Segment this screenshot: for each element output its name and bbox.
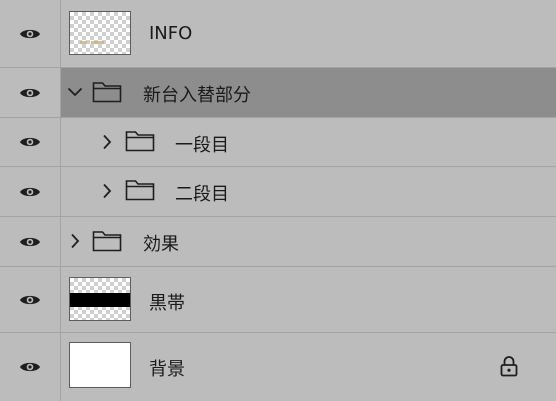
- visibility-toggle[interactable]: [0, 333, 61, 401]
- thumbnail-content: [80, 41, 104, 44]
- eye-icon: [20, 88, 40, 97]
- layer-name: 新台入替部分: [143, 85, 251, 106]
- eye-icon: [20, 362, 40, 372]
- layer-thumbnail: [69, 277, 131, 321]
- layer-body[interactable]: 一段目: [61, 118, 556, 166]
- folder-icon: [125, 130, 155, 152]
- visibility-toggle[interactable]: [0, 68, 61, 117]
- layer-row-group-main[interactable]: 新台入替部分: [0, 68, 556, 118]
- chevron-right-icon[interactable]: [101, 182, 113, 200]
- visibility-toggle[interactable]: [0, 167, 61, 216]
- chevron-down-icon[interactable]: [67, 84, 83, 100]
- visibility-toggle[interactable]: [0, 0, 61, 67]
- layer-body[interactable]: 黒帯: [61, 267, 556, 332]
- eye-icon: [20, 237, 40, 246]
- folder-icon: [92, 230, 122, 252]
- chevron-right-icon[interactable]: [69, 232, 81, 250]
- eye-icon: [20, 29, 40, 38]
- eye-icon: [20, 187, 40, 196]
- layer-name: 一段目: [175, 135, 229, 156]
- layer-row-background[interactable]: 背景: [0, 333, 556, 401]
- layer-row-group-effects[interactable]: 効果: [0, 217, 556, 267]
- layer-thumbnail: [69, 342, 131, 388]
- visibility-toggle[interactable]: [0, 118, 61, 166]
- layer-name: 黒帯: [149, 293, 185, 314]
- layer-name: 二段目: [175, 184, 229, 205]
- layer-row-black-band[interactable]: 黒帯: [0, 267, 556, 333]
- layers-panel: INFO 新台入替部分 一段目 二段目 効果 黒帯 背景: [0, 0, 556, 401]
- eye-icon: [20, 137, 40, 147]
- layer-body[interactable]: 二段目: [61, 167, 556, 216]
- visibility-toggle[interactable]: [0, 267, 61, 332]
- chevron-right-icon[interactable]: [101, 133, 113, 151]
- folder-icon: [125, 179, 155, 201]
- layer-row-info[interactable]: INFO: [0, 0, 556, 68]
- visibility-toggle[interactable]: [0, 217, 61, 266]
- layer-name: 背景: [149, 359, 185, 380]
- layer-body[interactable]: 効果: [61, 217, 556, 266]
- layer-body[interactable]: 背景: [61, 333, 556, 401]
- layer-row-group-first[interactable]: 一段目: [0, 118, 556, 167]
- layer-name: INFO: [149, 23, 193, 44]
- layer-body[interactable]: 新台入替部分: [61, 68, 556, 117]
- thumbnail-content: [70, 293, 130, 307]
- layer-thumbnail: [69, 11, 131, 55]
- lock-icon[interactable]: [498, 354, 520, 378]
- eye-icon: [20, 295, 40, 304]
- folder-icon: [92, 81, 122, 103]
- layer-name: 効果: [143, 234, 179, 255]
- layer-body[interactable]: INFO: [61, 0, 556, 67]
- layer-row-group-second[interactable]: 二段目: [0, 167, 556, 217]
